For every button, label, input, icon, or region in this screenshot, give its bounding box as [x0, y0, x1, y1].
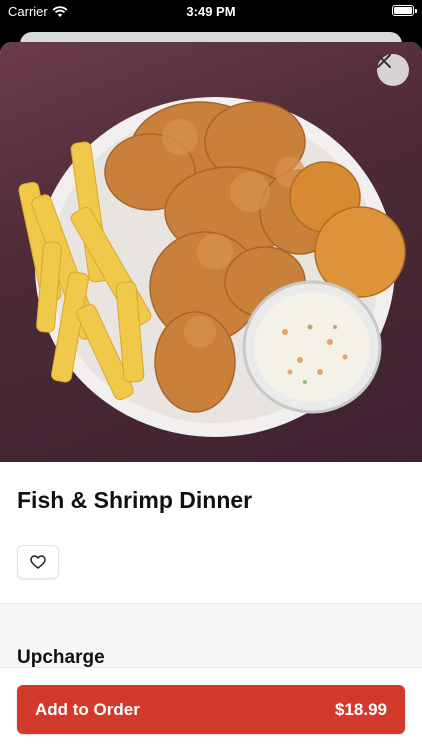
footer-bar: Add to Order $18.99 [0, 667, 422, 750]
food-photo-illustration [18, 97, 406, 437]
item-title: Fish & Shrimp Dinner [17, 487, 253, 513]
status-bar: Carrier 3:49 PM [0, 0, 422, 22]
status-time: 3:49 PM [186, 4, 236, 19]
section-title: Upcharge [17, 647, 105, 668]
add-to-order-button[interactable]: Add to Order $18.99 [17, 685, 405, 734]
heart-icon [30, 555, 46, 569]
item-detail-modal: Fish & Shrimp Dinner Upcharge Add to Ord… [0, 42, 422, 750]
battery-icon [392, 5, 417, 16]
close-icon [377, 54, 391, 68]
item-image [0, 42, 422, 462]
add-to-order-label: Add to Order [35, 699, 140, 719]
price-label: $18.99 [335, 699, 387, 719]
favorite-button[interactable] [17, 545, 59, 579]
close-button[interactable] [377, 54, 409, 86]
